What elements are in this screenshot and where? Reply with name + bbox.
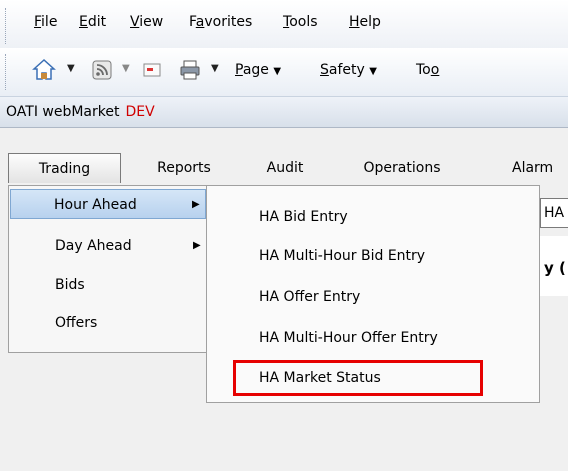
app-title: OATI webMarket DEV <box>6 104 155 120</box>
trading-dropdown: Hour Ahead ▶ Day Ahead ▶ Bids Offers <box>8 185 208 353</box>
print-dropdown-arrow-icon[interactable]: ▼ <box>211 63 219 74</box>
window-title-strip: OATI webMarket DEV <box>0 97 568 128</box>
page-menu-button[interactable]: Page ▼ <box>235 62 281 78</box>
highlight-annotation <box>233 360 483 396</box>
menu-file[interactable]: File <box>34 14 57 30</box>
menu-operations[interactable]: Operations <box>332 153 472 183</box>
print-icon[interactable] <box>179 59 201 81</box>
ie-command-bar: ▼ ▼ ▼ Page ▼ Safety ▼ Too <box>0 48 568 97</box>
dropdown-item-day-ahead[interactable]: Day Ahead ▶ <box>10 231 206 261</box>
content-heading-cut: y ( <box>544 259 566 277</box>
menu-edit[interactable]: Edit <box>79 14 106 30</box>
content-tab-cut[interactable]: HA <box>540 198 568 228</box>
menu-audit[interactable]: Audit <box>250 153 320 183</box>
submenu-item-ha-offer-entry[interactable]: HA Offer Entry <box>259 282 360 312</box>
menu-tools[interactable]: Tools <box>283 14 318 30</box>
home-icon[interactable] <box>32 58 56 82</box>
feeds-dropdown-arrow-icon[interactable]: ▼ <box>122 63 130 74</box>
dropdown-item-offers[interactable]: Offers <box>10 308 206 338</box>
env-badge: DEV <box>125 104 155 120</box>
submenu-arrow-icon: ▶ <box>192 199 200 210</box>
ie-menu-bar: File Edit View Favorites Tools Help <box>0 0 568 48</box>
submenu-item-ha-multi-hour-bid-entry[interactable]: HA Multi-Hour Bid Entry <box>259 241 425 271</box>
menu-help[interactable]: Help <box>349 14 381 30</box>
submenu-item-ha-bid-entry[interactable]: HA Bid Entry <box>259 202 348 232</box>
toolbar-grip[interactable] <box>5 54 9 90</box>
app-menu-bar: Trading Reports Audit Operations Alarm <box>0 153 568 185</box>
chevron-down-icon: ▼ <box>369 66 377 77</box>
safety-menu-button[interactable]: Safety ▼ <box>320 62 377 78</box>
submenu-item-ha-multi-hour-offer-entry[interactable]: HA Multi-Hour Offer Entry <box>259 323 438 353</box>
menu-reports[interactable]: Reports <box>130 153 238 183</box>
home-dropdown-arrow-icon[interactable]: ▼ <box>67 63 75 74</box>
feeds-icon[interactable] <box>92 60 112 80</box>
tools-menu-button[interactable]: Too <box>416 62 439 78</box>
menu-alarms[interactable]: Alarm <box>512 153 568 183</box>
dropdown-item-bids[interactable]: Bids <box>10 270 206 300</box>
submenu-arrow-icon: ▶ <box>193 240 201 251</box>
dropdown-item-hour-ahead[interactable]: Hour Ahead ▶ <box>10 189 206 219</box>
mail-icon[interactable] <box>143 62 163 78</box>
menu-favorites[interactable]: Favorites <box>189 14 252 30</box>
chevron-down-icon: ▼ <box>273 66 282 77</box>
menu-view[interactable]: View <box>130 14 163 30</box>
toolbar-grip[interactable] <box>5 8 9 44</box>
menu-trading[interactable]: Trading <box>8 153 121 183</box>
